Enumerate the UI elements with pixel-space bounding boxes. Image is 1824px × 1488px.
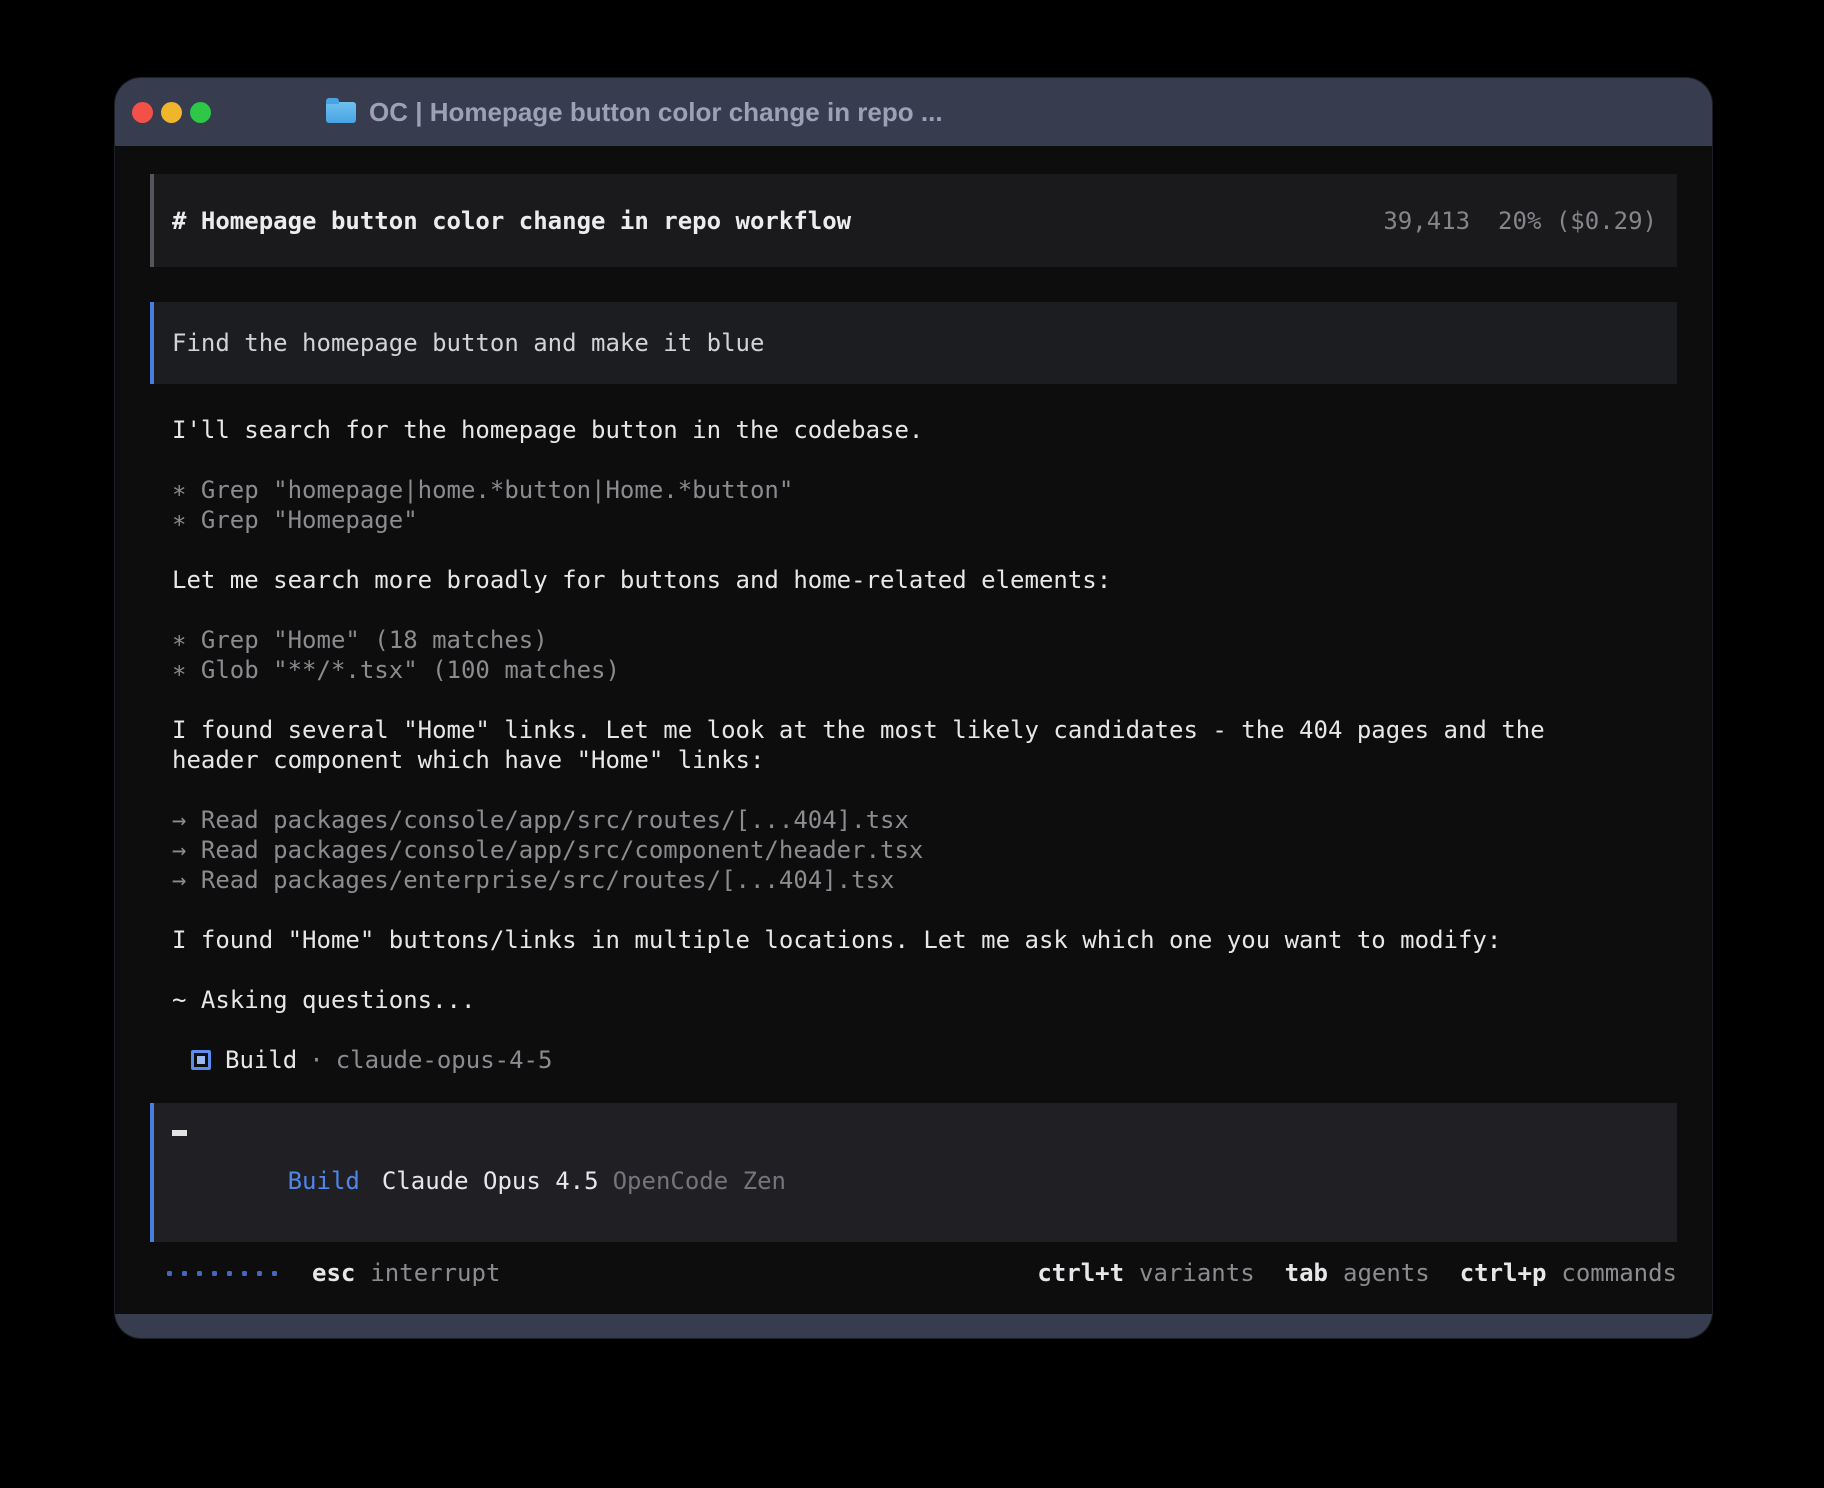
status-left: esc interrupt xyxy=(167,1259,500,1287)
close-button[interactable] xyxy=(132,102,153,123)
session-stats: 39,413 20% ($0.29) xyxy=(1383,207,1657,235)
variants-label: variants xyxy=(1139,1259,1255,1287)
tool-call-grep: ∗ Grep "Home" (18 matches) xyxy=(172,625,1677,655)
assistant-text-line: Let me search more broadly for buttons a… xyxy=(172,565,1677,595)
session-header: # Homepage button color change in repo w… xyxy=(150,174,1677,267)
tab-key-hint: tab xyxy=(1285,1259,1328,1287)
status-right: ctrl+t variants tab agents ctrl+p comman… xyxy=(1037,1259,1677,1287)
assistant-text-line: I found "Home" buttons/links in multiple… xyxy=(172,925,1677,955)
minimize-button[interactable] xyxy=(161,102,182,123)
tool-call-read: → Read packages/console/app/src/componen… xyxy=(172,835,1677,865)
session-title: # Homepage button color change in repo w… xyxy=(172,207,851,235)
agents-label: agents xyxy=(1343,1259,1430,1287)
window-title: OC | Homepage button color change in rep… xyxy=(369,97,943,128)
ctrl-p-key-hint: ctrl+p xyxy=(1460,1259,1547,1287)
status-bar: esc interrupt ctrl+t variants tab agents… xyxy=(150,1258,1677,1288)
agent-model: claude-opus-4-5 xyxy=(336,1045,553,1075)
user-message-text: Find the homepage button and make it blu… xyxy=(172,329,764,357)
assistant-text-line: I'll search for the homepage button in t… xyxy=(172,415,1677,445)
esc-key-hint[interactable]: esc xyxy=(312,1259,355,1287)
tool-call-glob: ∗ Glob "**/*.tsx" (100 matches) xyxy=(172,655,1677,685)
terminal-content: # Homepage button color change in repo w… xyxy=(115,146,1712,1314)
assistant-text-line: I found several "Home" links. Let me loo… xyxy=(172,715,1677,745)
window-bottom-bar xyxy=(115,1314,1712,1338)
context-cost: 20% ($0.29) xyxy=(1498,207,1657,235)
traffic-lights xyxy=(132,102,211,123)
tool-call-grep: ∗ Grep "Homepage" xyxy=(172,505,1677,535)
asking-questions-status: ~ Asking questions... xyxy=(172,985,1677,1015)
input-meta-row: Build Claude Opus 4.5 OpenCode Zen xyxy=(172,1136,1677,1226)
hint-agents[interactable]: tab agents xyxy=(1285,1259,1430,1287)
separator-dot: · xyxy=(309,1045,323,1075)
user-message: Find the homepage button and make it blu… xyxy=(150,302,1677,384)
tool-call-grep: ∗ Grep "homepage|home.*button|Home.*butt… xyxy=(172,475,1677,505)
hint-commands[interactable]: ctrl+p commands xyxy=(1460,1259,1677,1287)
tool-call-read: → Read packages/enterprise/src/routes/[.… xyxy=(172,865,1677,895)
input-agent-label[interactable]: Build xyxy=(288,1167,360,1195)
maximize-button[interactable] xyxy=(190,102,211,123)
window-titlebar[interactable]: OC | Homepage button color change in rep… xyxy=(115,78,1712,146)
folder-icon xyxy=(326,102,356,123)
token-count: 39,413 xyxy=(1383,207,1470,235)
ctrl-t-key-hint: ctrl+t xyxy=(1037,1259,1124,1287)
assistant-text-line: header component which have "Home" links… xyxy=(172,745,1677,775)
prompt-input[interactable]: Build Claude Opus 4.5 OpenCode Zen xyxy=(150,1103,1677,1242)
commands-label: commands xyxy=(1561,1259,1677,1287)
assistant-transcript: I'll search for the homepage button in t… xyxy=(172,415,1677,1075)
input-model-label[interactable]: Claude Opus 4.5 xyxy=(382,1167,599,1195)
interrupt-label: interrupt xyxy=(370,1259,500,1287)
hint-variants[interactable]: ctrl+t variants xyxy=(1037,1259,1254,1287)
agent-status-row: Build · claude-opus-4-5 xyxy=(172,1045,1677,1075)
spinner-dots-icon xyxy=(167,1271,277,1276)
tool-call-read: → Read packages/console/app/src/routes/[… xyxy=(172,805,1677,835)
terminal-window: OC | Homepage button color change in rep… xyxy=(115,78,1712,1338)
agent-name: Build xyxy=(225,1045,297,1075)
agent-build-icon xyxy=(191,1050,211,1070)
input-provider-label: OpenCode Zen xyxy=(613,1167,786,1195)
